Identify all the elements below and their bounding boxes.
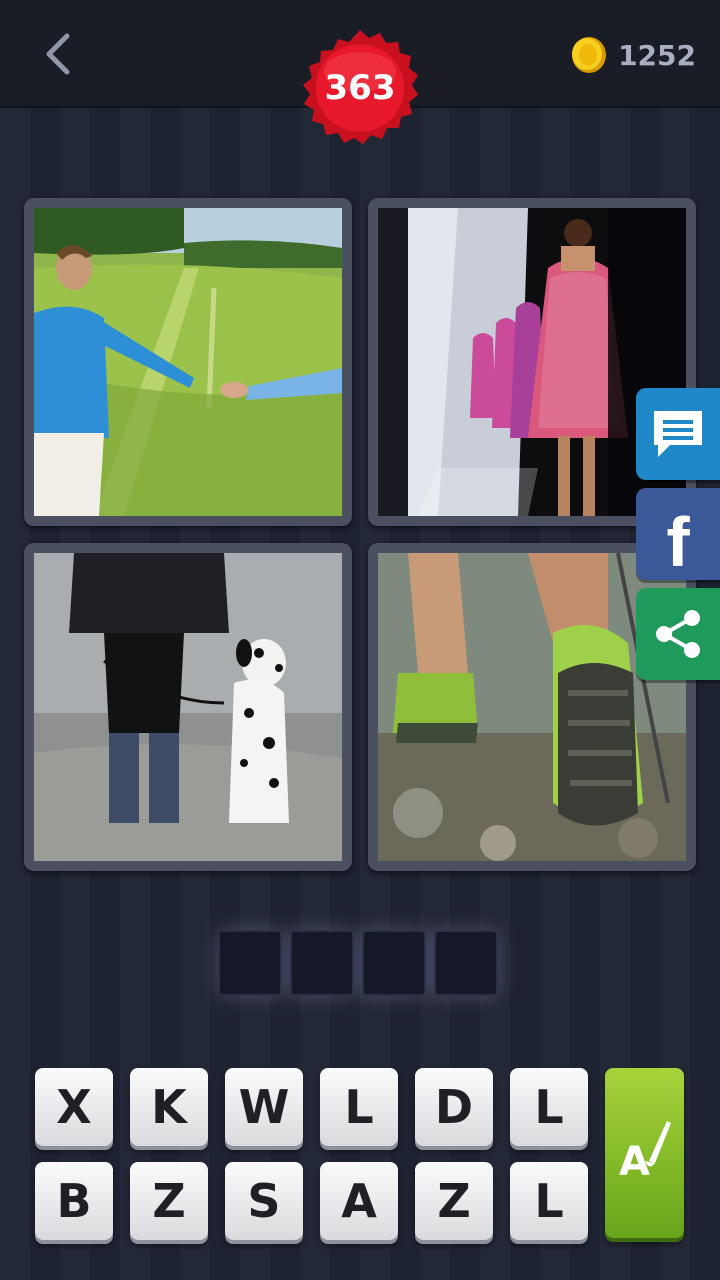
picture-tile-3[interactable] [24,543,352,871]
answer-slot[interactable] [290,930,354,996]
answer-slot[interactable] [218,930,282,996]
answer-slots [218,930,498,996]
letter-key[interactable]: Z [130,1162,208,1240]
hint-button[interactable]: A [605,1068,684,1238]
share-button[interactable] [636,588,720,680]
answer-slot[interactable] [434,930,498,996]
facebook-button[interactable]: f [636,488,720,580]
chat-bubble-icon [654,411,702,457]
letter-key[interactable]: L [320,1068,398,1146]
svg-text:A: A [619,1139,650,1185]
facebook-icon: f [666,503,690,581]
back-button[interactable] [36,30,80,78]
photo-holding-hands-field [34,208,342,516]
letter-key[interactable]: L [510,1162,588,1240]
letter-key[interactable]: B [35,1162,113,1240]
share-icon [656,610,700,658]
photo-dalmatian-walk [34,553,342,861]
coin-icon [572,37,607,73]
coin-count: 1252 [618,38,696,72]
coin-balance[interactable]: 1252 [570,32,696,78]
picture-tile-1[interactable] [24,198,352,526]
level-number: 363 [324,68,396,108]
answer-slot[interactable] [362,930,426,996]
letter-key[interactable]: Z [415,1162,493,1240]
level-badge: 363 [298,28,422,152]
chat-button[interactable] [636,388,720,480]
brush-letter-icon: A [619,1121,671,1185]
chevron-left-icon [46,33,70,75]
letter-key[interactable]: W [225,1068,303,1146]
letter-key[interactable]: A [320,1162,398,1240]
letter-key[interactable]: S [225,1162,303,1240]
letter-key[interactable]: X [35,1068,113,1146]
letter-key[interactable]: L [510,1068,588,1146]
letter-key[interactable]: D [415,1068,493,1146]
letter-key[interactable]: K [130,1068,208,1146]
